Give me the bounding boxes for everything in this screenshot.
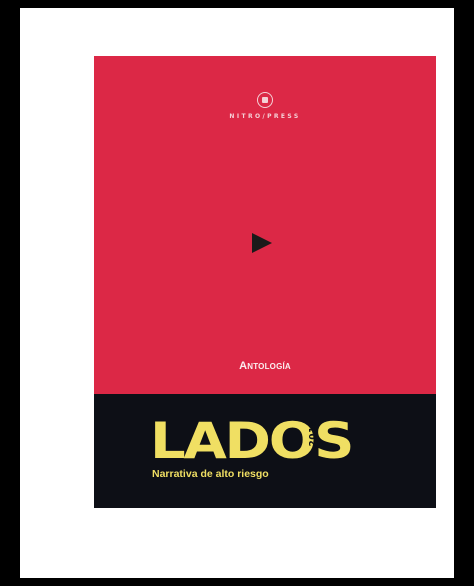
publisher-name: NITRO/PRESS [229,113,301,120]
cover-label: Antología [239,360,291,372]
book-title: LADOS [150,412,354,470]
publisher-logo-icon [257,92,273,108]
cover-title-band: LADOS 2018 Narrativa de alto riesgo [94,394,436,508]
play-triangle-icon [252,233,272,253]
book-subtitle: Narrativa de alto riesgo [152,468,269,480]
book-cover: NITRO/PRESS Antología LADOS 2018 Narrati… [94,56,436,508]
edition-year: 2018 [308,419,319,447]
publisher-block: NITRO/PRESS [94,92,436,120]
